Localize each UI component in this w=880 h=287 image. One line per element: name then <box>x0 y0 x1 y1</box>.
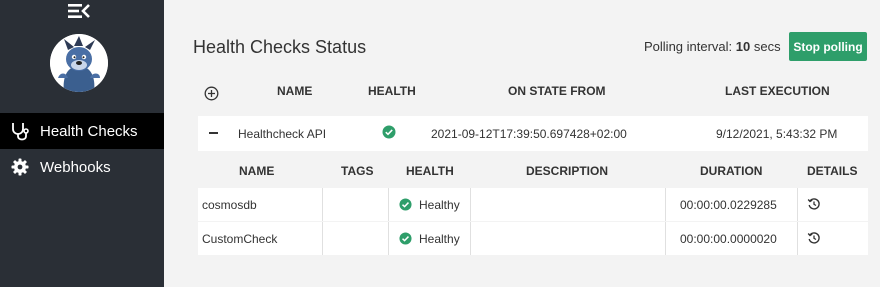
stop-polling-button[interactable]: Stop polling <box>789 32 867 61</box>
sidebar-item-label: Webhooks <box>40 158 111 176</box>
polling-interval: Polling interval: 10 secs <box>644 39 781 54</box>
polling-suffix: secs <box>750 39 781 54</box>
sidebar: Health Checks Webhooks <box>0 0 164 287</box>
entries-header-tags: TAGS <box>341 164 374 178</box>
list-item: CustomCheck Healthy 00:00:00.0000020 <box>198 222 868 255</box>
history-icon[interactable] <box>807 197 821 211</box>
sidebar-item-label: Health Checks <box>40 122 138 140</box>
stethoscope-icon <box>0 121 40 141</box>
entries-header-details: DETAILS <box>807 164 858 178</box>
table-row[interactable]: Healthcheck API 2021-09-12T17:39:50.6974… <box>198 116 868 151</box>
row-last-execution: 9/12/2021, 5:43:32 PM <box>716 127 838 141</box>
healthy-check-icon <box>399 198 412 214</box>
entries-header-name: NAME <box>239 164 275 178</box>
entries-table: NAME TAGS HEALTH DESCRIPTION DURATION DE… <box>198 153 868 256</box>
page-title: Health Checks Status <box>193 37 367 57</box>
healthy-check-icon <box>382 125 396 142</box>
collapse-row-icon[interactable] <box>207 124 221 142</box>
entry-health: Healthy <box>419 232 460 246</box>
row-on-state-from: 2021-09-12T17:39:50.697428+02:00 <box>431 127 627 141</box>
polling-prefix: Polling interval: <box>644 39 736 54</box>
column-header-health: HEALTH <box>368 84 416 98</box>
list-item: cosmosdb Healthy 00:00:00.0229285 <box>198 188 868 221</box>
column-header-name: NAME <box>277 84 313 98</box>
entries-header-health: HEALTH <box>406 164 454 178</box>
add-circle-icon[interactable] <box>204 86 219 101</box>
entry-name: CustomCheck <box>202 232 278 246</box>
sidebar-item-webhooks[interactable]: Webhooks <box>0 149 164 185</box>
healthy-check-icon <box>399 232 412 248</box>
gear-icon <box>0 158 40 176</box>
entries-header-duration: DURATION <box>700 164 763 178</box>
collapse-menu-icon[interactable] <box>66 2 92 20</box>
entry-name: cosmosdb <box>202 198 257 212</box>
row-name: Healthcheck API <box>238 127 327 141</box>
column-header-last-execution: LAST EXECUTION <box>725 84 830 98</box>
polling-value: 10 <box>735 39 751 54</box>
history-icon[interactable] <box>807 231 821 245</box>
avatar <box>50 34 108 92</box>
main-content: Health Checks Status Polling interval: 1… <box>164 0 880 287</box>
column-header-on-state-from: ON STATE FROM <box>508 84 606 98</box>
entry-duration: 00:00:00.0000020 <box>680 232 777 246</box>
sidebar-item-health-checks[interactable]: Health Checks <box>0 113 164 149</box>
entry-duration: 00:00:00.0229285 <box>680 198 777 212</box>
entry-health: Healthy <box>419 198 460 212</box>
entries-header-description: DESCRIPTION <box>526 164 609 178</box>
